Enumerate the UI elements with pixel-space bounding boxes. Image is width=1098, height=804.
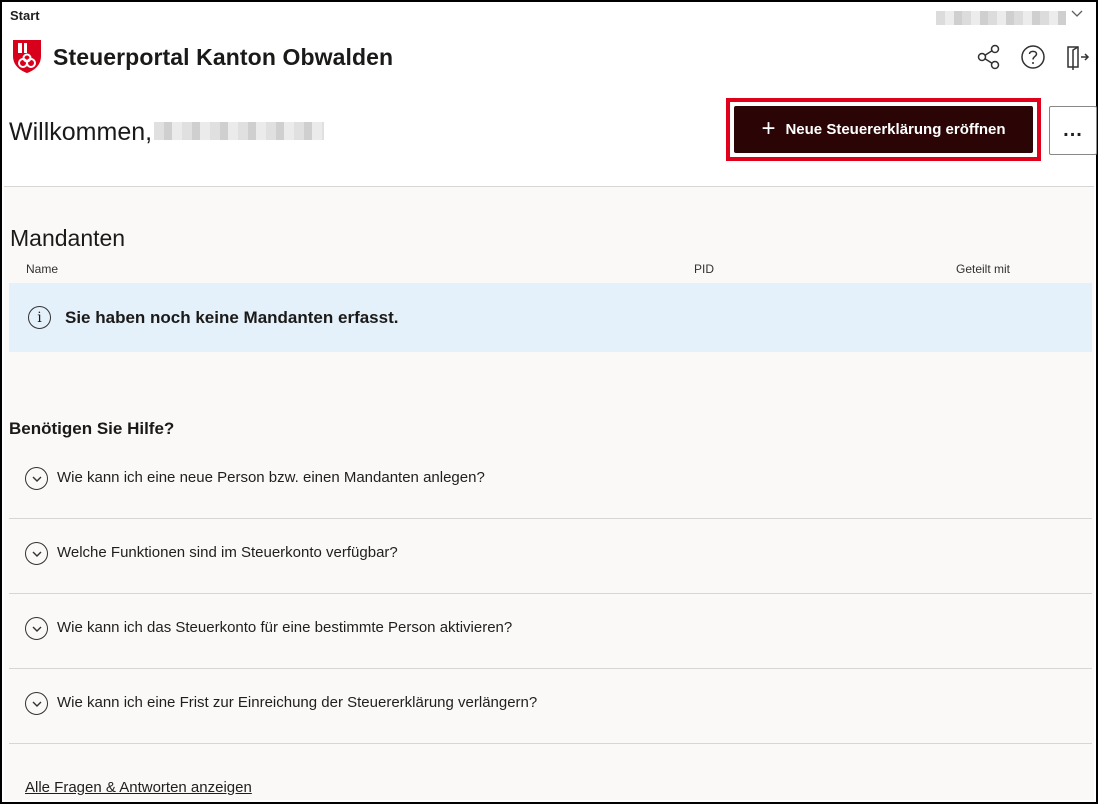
chevron-down-icon bbox=[25, 542, 48, 565]
canton-logo bbox=[11, 38, 43, 74]
chevron-down-icon bbox=[25, 467, 48, 490]
faq-question: Wie kann ich eine neue Person bzw. einen… bbox=[57, 469, 485, 486]
breadcrumb[interactable]: Start bbox=[10, 8, 40, 23]
faq-item[interactable]: Wie kann ich eine neue Person bzw. einen… bbox=[9, 444, 1092, 519]
column-header-name[interactable]: Name bbox=[26, 262, 58, 276]
app-title: Steuerportal Kanton Obwalden bbox=[53, 44, 394, 70]
help-icon[interactable] bbox=[1018, 42, 1048, 72]
logout-icon[interactable] bbox=[1062, 42, 1092, 72]
column-header-shared[interactable]: Geteilt mit bbox=[956, 262, 1010, 276]
section-title-mandanten: Mandanten bbox=[10, 225, 126, 251]
app-window: Start Steuerportal Kanton Obwalden Willk… bbox=[0, 0, 1098, 804]
plus-icon: + bbox=[761, 114, 776, 142]
top-bar: Start bbox=[2, 2, 1096, 32]
faq-item[interactable]: Welche Funktionen sind im Steuerkonto ve… bbox=[9, 519, 1092, 594]
user-name-redacted bbox=[154, 122, 324, 140]
column-header-pid[interactable]: PID bbox=[694, 262, 714, 276]
share-icon[interactable] bbox=[974, 42, 1004, 72]
faq-question: Welche Funktionen sind im Steuerkonto ve… bbox=[57, 544, 398, 561]
empty-state-banner: i Sie haben noch keine Mandanten erfasst… bbox=[9, 283, 1092, 352]
welcome-row: Willkommen, + Neue Steuererklärung eröff… bbox=[2, 98, 1097, 186]
empty-state-message: Sie haben noch keine Mandanten erfasst. bbox=[65, 308, 399, 327]
more-icon: ... bbox=[1063, 119, 1083, 141]
more-options-button[interactable]: ... bbox=[1049, 106, 1097, 155]
welcome-greeting: Willkommen, bbox=[9, 118, 153, 146]
faq-item[interactable]: Wie kann ich das Steuerkonto für eine be… bbox=[9, 594, 1092, 669]
chevron-down-icon bbox=[25, 692, 48, 715]
chevron-down-icon[interactable] bbox=[1070, 6, 1086, 24]
new-tax-return-label: Neue Steuererklärung eröffnen bbox=[785, 121, 1006, 138]
faq-question: Wie kann ich das Steuerkonto für eine be… bbox=[57, 619, 513, 636]
new-tax-return-button[interactable]: + Neue Steuererklärung eröffnen bbox=[734, 106, 1033, 153]
all-faqs-link[interactable]: Alle Fragen & Antworten anzeigen bbox=[25, 779, 252, 796]
faq-question: Wie kann ich eine Frist zur Einreichung … bbox=[57, 694, 538, 711]
faq-item[interactable]: Wie kann ich eine Frist zur Einreichung … bbox=[9, 669, 1092, 744]
main-content: Mandanten Name PID Geteilt mit i Sie hab… bbox=[4, 187, 1094, 800]
user-name-redacted[interactable] bbox=[936, 11, 1066, 25]
help-heading: Benötigen Sie Hilfe? bbox=[9, 419, 175, 438]
info-icon: i bbox=[28, 306, 51, 329]
chevron-down-icon bbox=[25, 617, 48, 640]
